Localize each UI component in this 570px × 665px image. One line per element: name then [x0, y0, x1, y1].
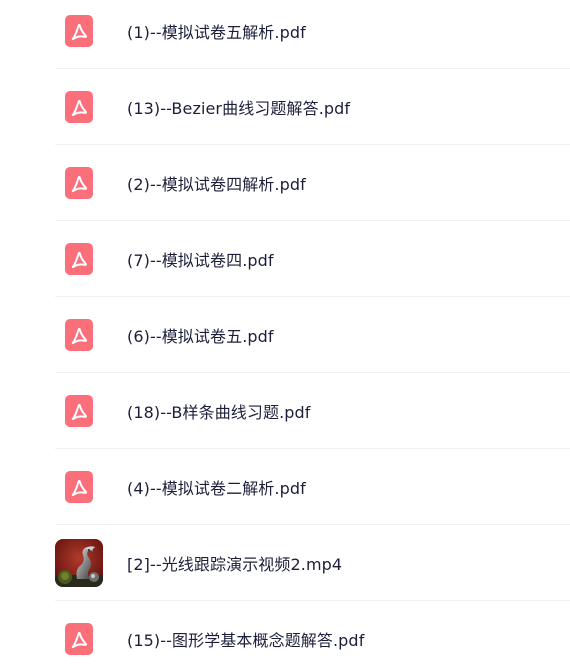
file-row[interactable]: (7)--模拟试卷四.pdf [0, 221, 570, 297]
pdf-icon [65, 319, 93, 351]
file-name: (7)--模拟试卷四.pdf [127, 251, 274, 270]
pdf-icon [65, 471, 93, 503]
pdf-icon [65, 167, 93, 199]
file-name: (6)--模拟试卷五.pdf [127, 327, 274, 346]
pdf-icon [65, 243, 93, 275]
pdf-icon [65, 91, 93, 123]
pdf-icon [65, 395, 93, 427]
file-row[interactable]: (6)--模拟试卷五.pdf [0, 297, 570, 373]
file-row[interactable]: (15)--图形学基本概念题解答.pdf [0, 601, 570, 665]
file-name: (15)--图形学基本概念题解答.pdf [127, 631, 365, 650]
file-name: (1)--模拟试卷五解析.pdf [127, 23, 306, 42]
file-row[interactable]: (13)--Bezier曲线习题解答.pdf [0, 69, 570, 145]
file-list: (1)--模拟试卷五解析.pdf (13)--Bezier曲线习题解答.pdf … [0, 0, 570, 665]
pdf-icon [65, 15, 93, 47]
file-name: (13)--Bezier曲线习题解答.pdf [127, 99, 351, 118]
file-name: (18)--B样条曲线习题.pdf [127, 403, 311, 422]
pdf-icon [65, 623, 93, 655]
file-name: (4)--模拟试卷二解析.pdf [127, 479, 306, 498]
file-name: (2)--模拟试卷四解析.pdf [127, 175, 306, 194]
file-row[interactable]: (4)--模拟试卷二解析.pdf [0, 449, 570, 525]
file-row[interactable]: (18)--B样条曲线习题.pdf [0, 373, 570, 449]
file-row[interactable]: (1)--模拟试卷五解析.pdf [0, 0, 570, 69]
file-name: [2]--光线跟踪演示视频2.mp4 [127, 555, 343, 574]
video-thumbnail [55, 539, 103, 587]
file-row[interactable]: [2]--光线跟踪演示视频2.mp4 [0, 525, 570, 601]
file-row[interactable]: (2)--模拟试卷四解析.pdf [0, 145, 570, 221]
